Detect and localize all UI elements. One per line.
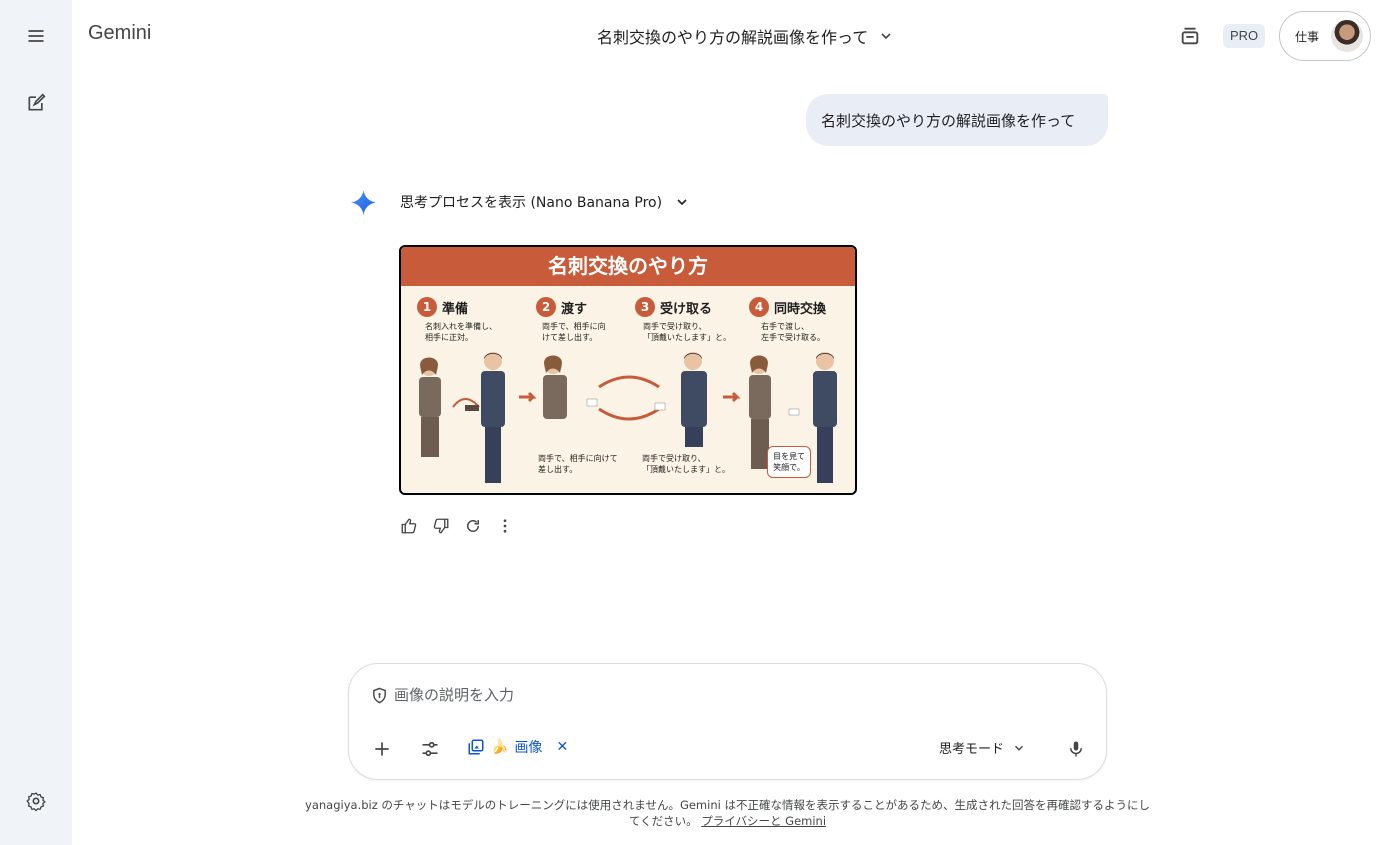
sidebar-rail <box>0 0 72 845</box>
step-text: 名刺入れを準備し、 相手に正対。 <box>425 322 497 342</box>
step-text: 右手で渡し、 左手で受け取る。 <box>761 322 825 342</box>
prompt-composer: 🍌 画像 ✕ 思考モード <box>348 663 1107 780</box>
image-tool-chip[interactable]: 🍌 画像 ✕ <box>467 737 568 757</box>
gear-icon <box>26 792 46 811</box>
disclaimer: yanagiya.biz のチャットはモデルのトレーニングには使用されません。G… <box>300 797 1155 829</box>
settings-button[interactable] <box>20 785 52 817</box>
refresh-icon <box>467 520 479 532</box>
step-number: 3 <box>635 297 655 317</box>
chip-close-button[interactable]: ✕ <box>556 739 568 755</box>
prompt-input[interactable] <box>394 686 994 704</box>
tools-button[interactable] <box>417 736 443 762</box>
step-title: 準備 <box>442 301 469 317</box>
plus-icon <box>375 742 389 756</box>
thumbs-up-icon <box>401 518 417 534</box>
step-title: 同時交換 <box>774 301 827 317</box>
conversation-title: 名刺交換のやり方の解説画像を作って <box>597 28 869 47</box>
archive-icon <box>1181 27 1199 45</box>
step-text: 両手で受け取り、 「頂戴いたします」と。 <box>643 322 731 342</box>
regenerate-button[interactable] <box>461 514 485 538</box>
image-title: 名刺交換のやり方 <box>401 247 855 286</box>
show-thinking-toggle[interactable]: 思考プロセスを表示 (Nano Banana Pro) <box>400 192 690 212</box>
step-title: 渡す <box>561 301 588 317</box>
step-number: 4 <box>749 297 769 317</box>
chip-label: 画像 <box>514 740 543 756</box>
chevron-down-icon <box>881 33 891 40</box>
gemini-spark-icon <box>351 190 376 215</box>
thumbs-down-icon <box>433 518 449 534</box>
user-message: 名刺交換のやり方の解説画像を作って <box>806 94 1108 146</box>
microphone-button[interactable] <box>1063 736 1089 762</box>
response-actions <box>397 514 517 538</box>
mode-selector[interactable]: 思考モード <box>939 738 1026 757</box>
generated-image[interactable]: 名刺交換のやり方 1 準備 名刺入れを準備し、 相手に正対。 2 渡す 両手で、相手… <box>399 245 857 495</box>
plan-badge: PRO <box>1223 24 1266 48</box>
privacy-link[interactable]: プライバシーと Gemini <box>701 814 826 828</box>
more-options-button[interactable] <box>493 514 517 538</box>
man-figure-3 <box>654 352 707 447</box>
woman-figure-2 <box>543 355 598 419</box>
step-text: 両手で、相手に向 けて差し出す。 <box>542 322 606 342</box>
account-label: 仕事 <box>1295 29 1320 44</box>
new-chat-button[interactable] <box>20 87 52 119</box>
mode-label: 思考モード <box>939 742 1005 757</box>
step-4: 4 同時交換 右手で渡し、 左手で受け取る。 <box>749 297 855 343</box>
prompt-row <box>371 686 994 704</box>
step-3: 3 受け取る 両手で受け取り、 「頂戴いたします」と。 <box>635 297 745 343</box>
step-title: 受け取る <box>660 301 713 317</box>
account-switcher[interactable]: 仕事 <box>1279 11 1371 61</box>
temporary-chat-button[interactable] <box>1176 22 1204 50</box>
thought-toggle-label: 思考プロセスを表示 (Nano Banana Pro) <box>400 195 663 211</box>
microphone-icon <box>1070 741 1082 757</box>
woman-figure-1 <box>419 357 441 457</box>
tune-icon <box>422 741 438 757</box>
avatar <box>1331 20 1364 52</box>
chip-emoji: 🍌 <box>491 739 509 755</box>
image-gallery-icon <box>468 739 484 755</box>
menu-button[interactable] <box>20 20 52 52</box>
edit-icon <box>28 93 46 111</box>
shield-icon <box>373 687 386 703</box>
chevron-down-icon <box>677 199 687 206</box>
chevron-down-icon <box>1015 745 1024 751</box>
app-brand[interactable]: Gemini <box>88 22 151 45</box>
step-number: 2 <box>536 297 556 317</box>
menu-icon <box>28 30 44 42</box>
more-vert-icon <box>503 519 507 533</box>
speech-bubble: 目を見て 笑顔で。 <box>767 446 811 478</box>
thumbs-up-button[interactable] <box>397 514 421 538</box>
step-2: 2 渡す 両手で、相手に向 けて差し出す。 <box>536 297 646 343</box>
thumbs-down-button[interactable] <box>429 514 453 538</box>
step-number: 1 <box>417 297 437 317</box>
step-1: 1 準備 名刺入れを準備し、 相手に正対。 <box>417 297 527 343</box>
conversation-title-dropdown[interactable]: 名刺交換のやり方の解説画像を作って <box>597 24 894 48</box>
caption-give: 両手で、相手に向けて 差し出す。 <box>538 454 618 474</box>
caption-receive: 両手で受け取り、 「頂戴いたします」と。 <box>642 454 730 474</box>
man-figure-1 <box>465 352 505 483</box>
add-attachment-button[interactable] <box>369 736 395 762</box>
